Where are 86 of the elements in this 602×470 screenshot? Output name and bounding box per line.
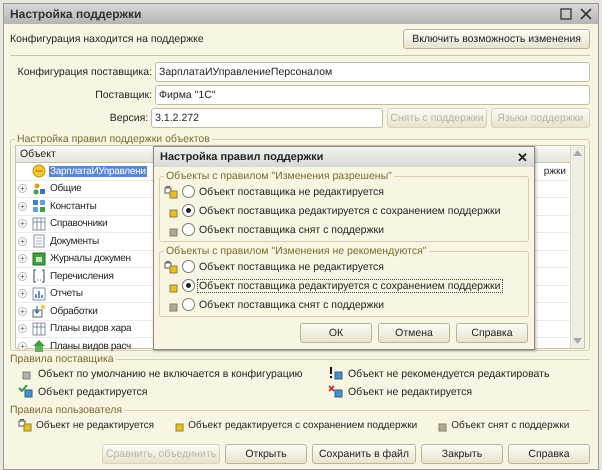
tray-icon (32, 304, 46, 318)
group-title: Настройка правил поддержки объектов (16, 133, 211, 145)
expand-icon[interactable] (18, 289, 27, 298)
radio-button[interactable] (182, 185, 195, 198)
tree-item[interactable]: Журналы докумен (49, 253, 132, 264)
grid-icon (32, 199, 46, 214)
expand-icon[interactable] (18, 202, 27, 211)
footer-button[interactable]: Справка (508, 444, 590, 464)
radio-label[interactable]: Объект поставщика не редактируется (197, 184, 386, 198)
input-field[interactable]: ЗарплатаИУправлениеПерсоналом (155, 62, 590, 82)
radio-button[interactable] (182, 204, 195, 217)
circle-icon (32, 164, 46, 178)
house-icon (32, 339, 46, 354)
radio-label[interactable]: Объект поставщика снят с поддержки (197, 298, 386, 312)
tree-item[interactable]: Планы видов хара (49, 323, 132, 334)
dialog-button[interactable]: Отмена (378, 323, 450, 343)
enable-changes-button[interactable]: Включить возможность изменения (403, 29, 590, 49)
chart-icon (32, 286, 46, 301)
window-title: Настройка поддержки (10, 7, 142, 21)
radio-label[interactable]: Объект поставщика снят с поддержки (197, 222, 386, 236)
table-icon (32, 216, 46, 231)
tree-item[interactable]: Справочники (49, 218, 108, 230)
table-cell: ржки (544, 166, 566, 177)
radio-button[interactable] (182, 260, 195, 273)
expand-icon[interactable] (18, 219, 27, 228)
tree-item[interactable]: ЗарплатаИУправлени (49, 166, 147, 177)
cross-cube-icon (328, 385, 344, 399)
tree-item[interactable]: Общие (49, 183, 82, 194)
radio-label[interactable]: Объект поставщика не редактируется (197, 260, 386, 274)
column-header[interactable]: Объект (16, 148, 56, 160)
tree-item[interactable]: Отчеты (49, 288, 84, 300)
legend-text: Объект не редактируется (348, 386, 472, 398)
group-title: Объекты с правилом "Изменения разрешены" (165, 170, 393, 182)
journal-icon (32, 252, 46, 266)
legend-text: Объект не редактируется (36, 420, 154, 430)
field-label: Версия: (108, 112, 148, 124)
group-title: Правила поставщика (10, 353, 115, 365)
legend-text: Объект по умолчанию не включается в конфигурацию (38, 368, 302, 380)
check-cube-icon (18, 385, 34, 399)
footer-button[interactable]: Сохранить в файл (312, 444, 416, 464)
scroll-down-icon[interactable] (573, 338, 582, 344)
legend-text: Объект редактируется с сохранением поддержки (188, 420, 418, 430)
tree-item[interactable]: Обработки (49, 306, 99, 317)
input-field[interactable]: 3.1.2.272 (151, 108, 384, 128)
lock-cube-icon (18, 418, 32, 432)
expand-icon[interactable] (18, 306, 27, 316)
expand-icon[interactable] (18, 324, 27, 334)
dialog-title: Настройка правил поддержки (160, 151, 324, 163)
status-text: Конфигурация находится на поддержке (10, 33, 204, 45)
radio-button[interactable] (182, 298, 195, 311)
field-label: Поставщик: (94, 88, 152, 100)
shapes-icon (32, 182, 46, 196)
table-icon (32, 322, 46, 336)
dialog-button[interactable]: Справка (456, 323, 528, 343)
lock-cube-icon (164, 184, 180, 198)
tree-item[interactable]: Перечисления (49, 270, 115, 282)
tree-item[interactable]: Документы (49, 236, 100, 247)
expand-icon[interactable] (18, 342, 27, 351)
expand-icon[interactable] (18, 236, 27, 246)
field-label: Конфигурация поставщика: (16, 66, 152, 78)
scroll-up-icon[interactable] (573, 150, 582, 156)
radio-button[interactable] (182, 279, 195, 292)
legend-text: Объект редактируется (38, 386, 148, 398)
brackets-icon (32, 269, 46, 284)
footer-button[interactable]: Открыть (225, 444, 307, 464)
dialog-button[interactable]: ОК (300, 323, 372, 343)
maximize-icon[interactable] (560, 8, 572, 20)
expand-icon[interactable] (18, 272, 27, 281)
radio-label[interactable]: Объект поставщика редактируется с сохранением поддержки (197, 278, 503, 292)
input-field[interactable]: Фирма "1С" (155, 84, 590, 104)
group-title: Правила пользователя (10, 404, 124, 416)
tree-item[interactable]: Планы видов расч (49, 340, 132, 352)
document-icon (32, 234, 46, 248)
tree-item[interactable]: Константы (49, 200, 98, 212)
legend-text: Объект не рекомендуется редактировать (348, 368, 550, 380)
exclamation-cube-icon (328, 367, 344, 381)
expand-icon[interactable] (18, 254, 27, 264)
radio-label[interactable]: Объект поставщика редактируется с сохранением поддержки (197, 204, 503, 218)
lock-cube-icon (164, 260, 180, 274)
legend-text: Объект снят с поддержки (451, 420, 570, 430)
footer-button[interactable]: Закрыть (421, 444, 503, 464)
group-title: Объекты с правилом "Изменения не рекомендуются" (165, 245, 428, 257)
expand-icon[interactable] (18, 184, 27, 194)
close-icon[interactable] (580, 8, 592, 20)
radio-button[interactable] (182, 223, 195, 236)
close-button[interactable]: ✕ (517, 150, 528, 164)
